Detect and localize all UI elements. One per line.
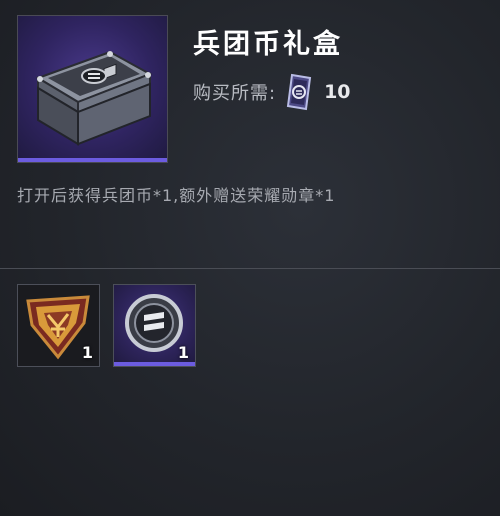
reward-slot-legion-coin[interactable]: 1	[113, 284, 196, 367]
item-title: 兵团币礼盒	[193, 29, 343, 60]
reward-slot-honor-medal[interactable]: 1	[17, 284, 100, 367]
reward-count: 1	[177, 343, 189, 362]
honor-medal-card-icon	[286, 73, 312, 111]
price-label: 购买所需:	[193, 83, 277, 104]
section-divider	[0, 268, 500, 269]
price-value: 10	[324, 81, 351, 103]
rarity-bar	[114, 362, 195, 366]
item-description: 打开后获得兵团币*1,额外赠送荣耀勋章*1	[17, 186, 336, 205]
rarity-bar	[18, 158, 167, 162]
reward-count: 1	[81, 343, 93, 362]
gift-box-icon	[35, 50, 153, 146]
price-row: 购买所需: 10	[193, 72, 351, 112]
gift-box-image-frame	[17, 15, 168, 163]
